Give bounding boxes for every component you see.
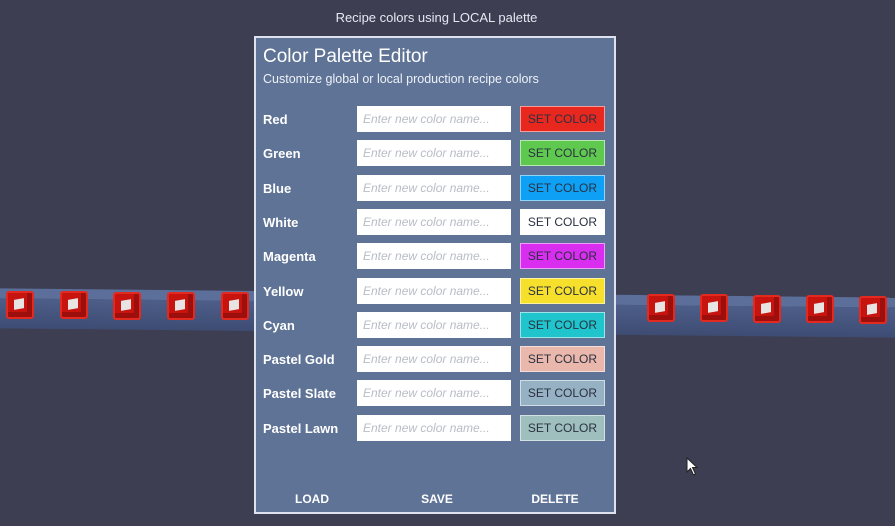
set-color-button[interactable]: SET COLOR [520,414,605,441]
color-name-input[interactable] [357,106,511,132]
color-row: Magenta SET COLOR [256,243,614,270]
color-row: Yellow SET COLOR [256,277,614,304]
color-row-label: Red [263,112,288,127]
crate [647,294,675,322]
color-name-input[interactable] [357,174,511,201]
color-name-input[interactable] [357,243,511,270]
color-name-input[interactable] [357,277,511,304]
color-row-label: Blue [263,180,292,196]
color-name-input[interactable] [357,346,511,373]
set-color-button[interactable]: SET COLOR [520,174,605,201]
set-color-button[interactable]: SET COLOR [520,311,605,338]
scene-caption: Recipe colors using LOCAL palette [335,10,538,25]
set-color-button[interactable]: SET COLOR [520,208,605,235]
set-color-button[interactable]: SET COLOR [520,106,605,132]
color-row-label: Yellow [263,283,304,299]
crate [221,292,249,320]
color-row: Red SET COLOR [256,106,614,132]
color-row-label: Cyan [263,317,295,333]
color-row-label: White [263,214,299,230]
color-name-input[interactable] [357,208,511,235]
crate [753,295,781,323]
panel-subtitle: Customize global or local production rec… [263,72,539,86]
color-row: Pastel Gold SET COLOR [256,346,614,373]
crate [6,291,34,319]
color-row: White SET COLOR [256,208,614,235]
crate [167,292,195,320]
color-name-input[interactable] [357,311,511,338]
set-color-button[interactable]: SET COLOR [520,277,605,304]
color-name-input[interactable] [357,140,511,167]
color-palette-editor-panel: Color Palette Editor Customize global or… [254,36,616,514]
crate [60,291,88,319]
crate [700,294,728,322]
set-color-button[interactable]: SET COLOR [520,243,605,270]
arrow-cursor-icon [686,457,699,476]
crate [859,296,887,324]
color-row-label: Pastel Lawn [263,420,339,436]
color-row: Cyan SET COLOR [256,311,614,338]
color-row: Pastel Lawn SET COLOR [256,414,614,441]
panel-title: Color Palette Editor [263,46,428,67]
color-row: Green SET COLOR [256,140,614,167]
color-row-label: Green [263,146,301,162]
color-row-label: Magenta [263,249,316,265]
color-name-input[interactable] [357,380,511,407]
load-button[interactable]: LOAD [272,492,352,506]
set-color-button[interactable]: SET COLOR [520,346,605,373]
color-row-label: Pastel Slate [263,386,336,402]
set-color-button[interactable]: SET COLOR [520,380,605,407]
color-row: Pastel Slate SET COLOR [256,380,614,407]
set-color-button[interactable]: SET COLOR [520,140,605,167]
color-row: Blue SET COLOR [256,174,614,201]
save-button[interactable]: SAVE [397,492,477,506]
crate [806,295,834,323]
color-row-label: Pastel Gold [263,352,335,368]
crate [113,292,141,320]
color-name-input[interactable] [357,414,511,441]
delete-button[interactable]: DELETE [515,492,595,506]
